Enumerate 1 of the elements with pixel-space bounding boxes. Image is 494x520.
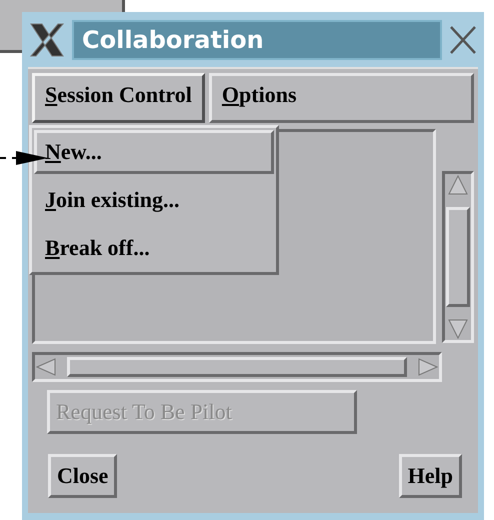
window-title: Collaboration — [72, 20, 442, 60]
